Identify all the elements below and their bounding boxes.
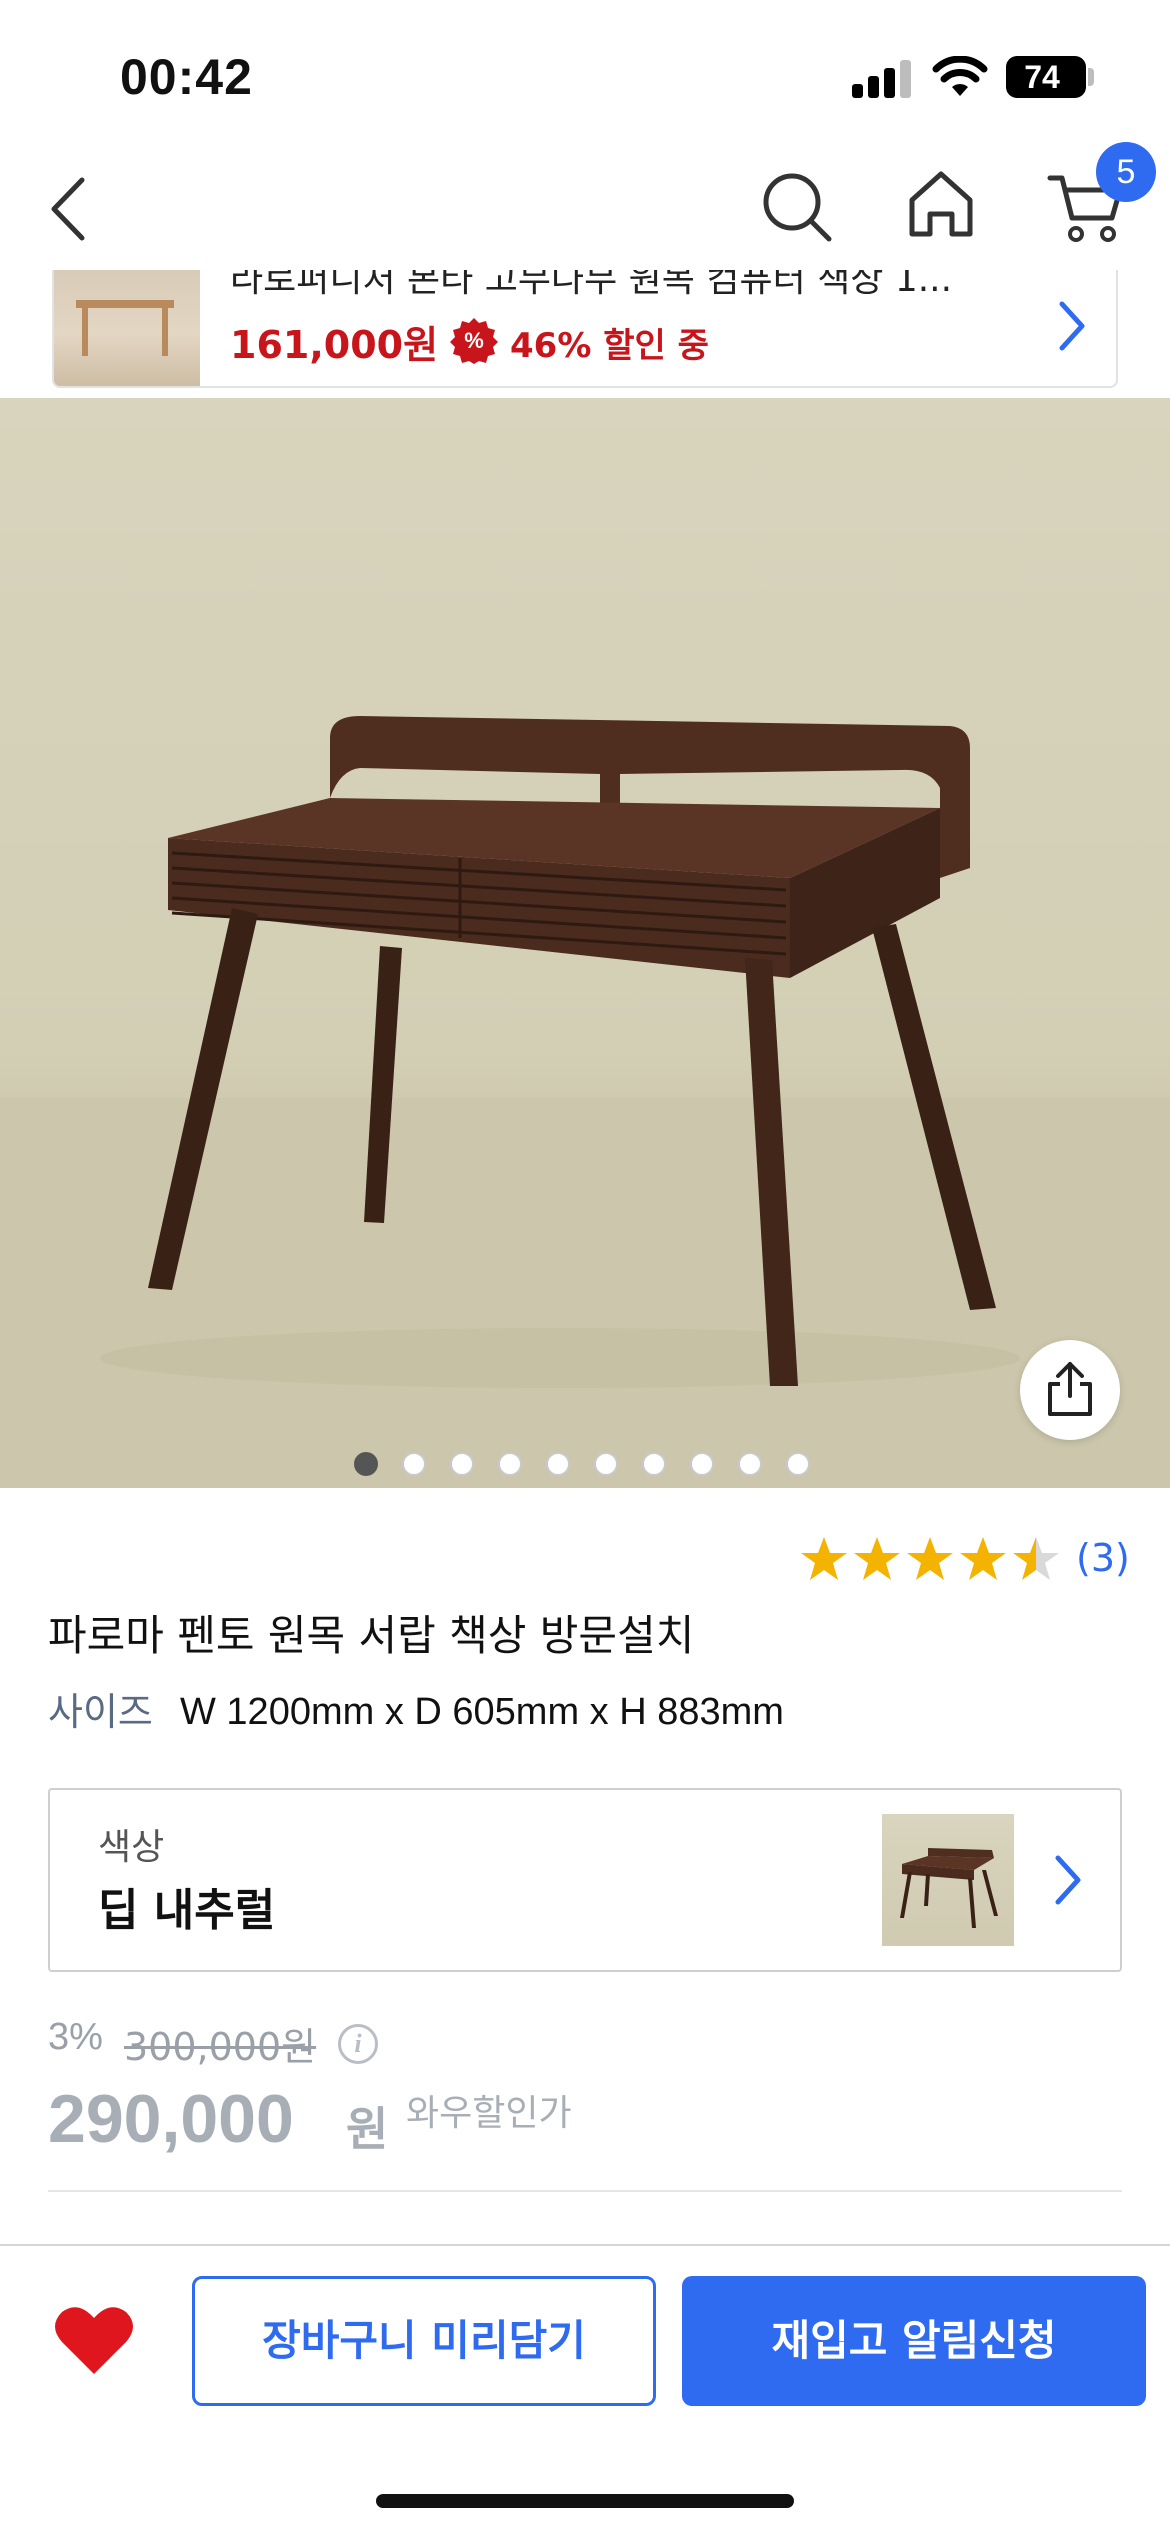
share-button[interactable]: [1020, 1340, 1120, 1440]
pagination-dot[interactable]: [786, 1452, 810, 1476]
related-product-thumbnail: [54, 270, 200, 386]
pagination-dot[interactable]: [690, 1452, 714, 1476]
cart-count-badge[interactable]: 5: [1096, 142, 1156, 202]
pagination-dot[interactable]: [354, 1452, 378, 1476]
battery-icon: 74: [1006, 56, 1086, 98]
nav-bar: [0, 140, 1170, 270]
info-icon[interactable]: i: [338, 2024, 378, 2064]
back-icon[interactable]: [44, 174, 94, 244]
product-title: 파로마 펜토 원목 서랍 책상 방문설치: [48, 1611, 695, 1660]
divider: [48, 2190, 1122, 2192]
option-label: 색상: [98, 1827, 165, 1868]
chevron-right-icon: [1059, 301, 1085, 351]
pagination-dot[interactable]: [402, 1452, 426, 1476]
add-to-cart-button[interactable]: 장바구니 미리담기: [192, 2276, 656, 2406]
sale-price: 290,000: [48, 2081, 294, 2157]
pagination-dot[interactable]: [546, 1452, 570, 1476]
battery-cap: [1088, 68, 1094, 86]
wow-discount-label: 와우할인가: [406, 2093, 572, 2134]
discount-badge-icon: %: [450, 318, 498, 364]
related-product-title: 라로퍼니처 본타 고무나무 원목 컴퓨터 책상 1...: [230, 270, 953, 300]
chevron-right-icon: [1055, 1855, 1081, 1905]
status-bar: 00:42 74: [0, 0, 1170, 140]
star-icon: [854, 1537, 900, 1580]
pagination-dot[interactable]: [498, 1452, 522, 1476]
restock-alert-button[interactable]: 재입고 알림신청: [682, 2276, 1146, 2406]
heart-icon[interactable]: [54, 2304, 134, 2376]
product-image[interactable]: [0, 398, 1170, 1488]
star-rating[interactable]: [800, 1532, 1064, 1584]
bottom-action-bar: 장바구니 미리담기 재입고 알림신청: [0, 2244, 1170, 2532]
color-option-selector[interactable]: 색상 딥 내추럴: [48, 1788, 1122, 1972]
star-icon: [907, 1537, 953, 1580]
review-count[interactable]: (3): [1076, 1532, 1130, 1584]
size-label: 사이즈: [48, 1690, 153, 1734]
option-thumbnail: [882, 1814, 1014, 1946]
pagination-dot[interactable]: [594, 1452, 618, 1476]
battery-level: 74: [1024, 59, 1060, 95]
svg-text:%: %: [464, 328, 484, 353]
status-time: 00:42: [120, 49, 253, 105]
share-icon: [1048, 1362, 1092, 1416]
wifi-icon: [932, 56, 988, 96]
search-icon[interactable]: [760, 170, 834, 244]
pagination-dot[interactable]: [738, 1452, 762, 1476]
desk-illustration: [0, 716, 1170, 1488]
size-value: W 1200mm x D 605mm x H 883mm: [180, 1691, 784, 1733]
home-indicator[interactable]: [376, 2494, 794, 2508]
original-price: 300,000원: [124, 2025, 317, 2069]
home-icon[interactable]: [906, 168, 976, 240]
related-product-discount: 46% 할인 중: [510, 326, 709, 366]
cellular-signal-icon: [852, 60, 914, 98]
related-product-banner[interactable]: 라로퍼니처 본타 고무나무 원목 컴퓨터 책상 1... 161,000원 % …: [52, 270, 1118, 388]
star-icon: [801, 1537, 847, 1580]
related-product-price: 161,000원: [230, 323, 439, 367]
option-value: 딥 내추럴: [98, 1885, 276, 1936]
sale-price-unit: 원: [346, 2102, 389, 2156]
star-icon: [960, 1537, 1006, 1580]
discount-rate: 3%: [48, 2016, 103, 2058]
half-star-icon: [1013, 1537, 1059, 1580]
pagination-dot[interactable]: [642, 1452, 666, 1476]
pagination-dot[interactable]: [450, 1452, 474, 1476]
